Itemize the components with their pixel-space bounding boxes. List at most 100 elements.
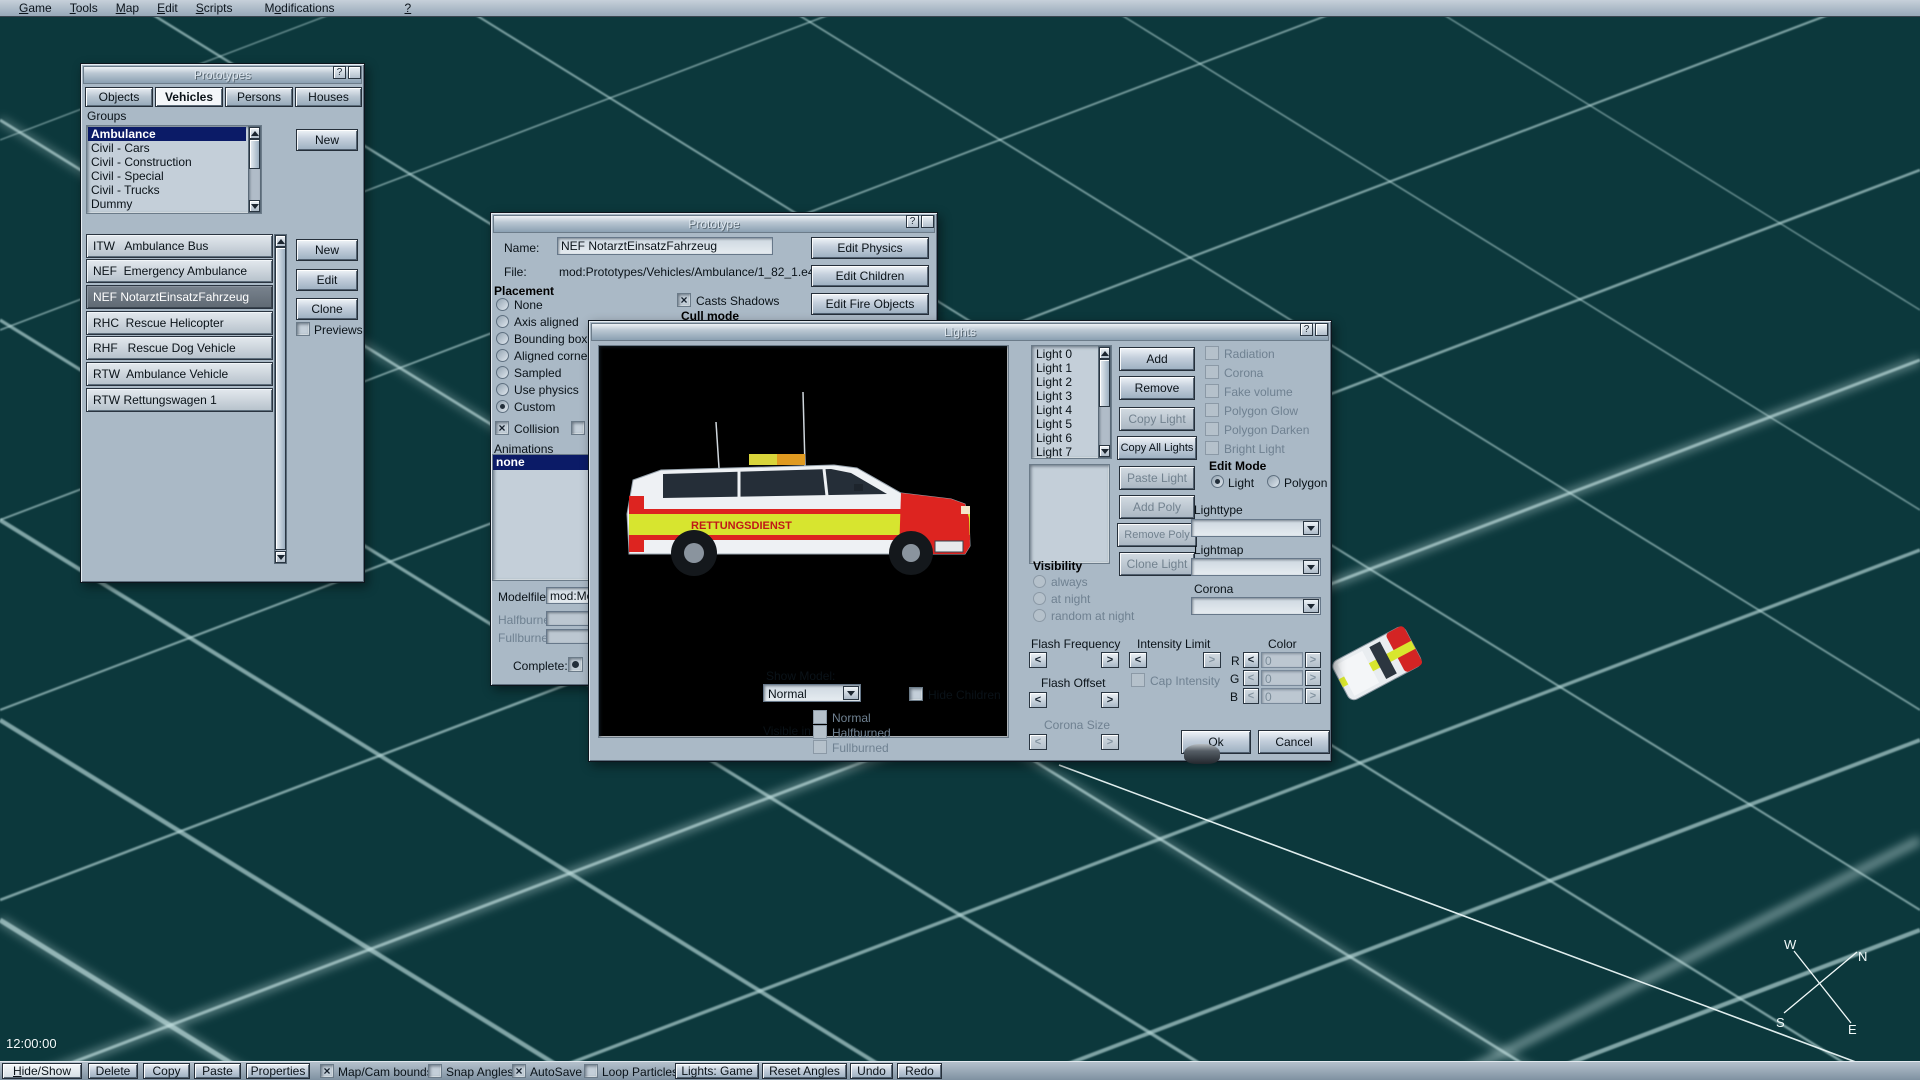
tab-persons[interactable]: Persons xyxy=(225,87,293,107)
visibility-radio-at-night[interactable] xyxy=(1033,592,1046,605)
light-row[interactable]: Light 7 xyxy=(1033,445,1096,459)
hide-show-button[interactable]: Hide/Show xyxy=(2,1063,82,1079)
visible-in-halfburned-checkbox[interactable] xyxy=(813,725,827,739)
dropdown-button[interactable] xyxy=(1303,599,1319,613)
light-row[interactable]: Light 5 xyxy=(1033,417,1096,431)
remove-light-button[interactable]: Remove xyxy=(1119,376,1195,400)
dropdown-button[interactable] xyxy=(843,686,859,700)
tab-houses[interactable]: Houses xyxy=(295,87,362,107)
edit-children-button[interactable]: Edit Children xyxy=(811,265,929,287)
lights-scrollbar[interactable] xyxy=(1098,346,1111,458)
vehicle-item[interactable]: NEF Emergency Ambulance xyxy=(86,259,273,283)
properties-button[interactable]: Properties xyxy=(246,1063,310,1079)
prototype-titlebar[interactable]: Prototype xyxy=(493,215,935,233)
vehicle-item[interactable]: RTW Ambulance Vehicle xyxy=(86,362,273,386)
group-row[interactable]: Civil - Construction xyxy=(88,155,246,169)
color-g-decrement[interactable]: < xyxy=(1243,670,1259,686)
vehicle-item-selected[interactable]: NEF NotarztEinsatzFahrzeug xyxy=(86,285,273,309)
polygon-glow-checkbox[interactable] xyxy=(1205,403,1219,417)
flash-offset-increment[interactable]: > xyxy=(1101,692,1119,708)
scroll-thumb[interactable] xyxy=(1099,359,1110,407)
menu-item-help[interactable]: ? xyxy=(396,1,421,15)
group-row[interactable]: Civil - Cars xyxy=(88,141,246,155)
new-group-button[interactable]: New xyxy=(296,129,358,151)
previews-checkbox[interactable] xyxy=(296,322,310,336)
light-row[interactable]: Light 0 xyxy=(1033,347,1096,361)
collision-checkbox[interactable]: × xyxy=(495,421,509,435)
edit-fire-objects-button[interactable]: Edit Fire Objects xyxy=(811,293,929,315)
light-row[interactable]: Light 1 xyxy=(1033,361,1096,375)
map-cam-bounds-checkbox[interactable]: × xyxy=(320,1064,334,1078)
map-vehicle-sprite[interactable] xyxy=(1318,612,1438,722)
lightmap-dropdown[interactable] xyxy=(1191,558,1321,576)
scroll-thumb[interactable] xyxy=(249,139,260,169)
tab-objects[interactable]: Objects xyxy=(85,87,153,107)
bright-light-checkbox[interactable] xyxy=(1205,441,1219,455)
clone-vehicle-button[interactable]: Clone xyxy=(296,298,358,320)
edit-mode-radio-polygon[interactable] xyxy=(1267,475,1280,488)
scroll-down-button[interactable] xyxy=(249,200,260,212)
casts-shadows-checkbox[interactable]: × xyxy=(677,293,691,307)
vehicle-item[interactable]: ITW Ambulance Bus xyxy=(86,234,273,258)
copy-all-lights-button[interactable]: Copy All Lights xyxy=(1117,436,1197,460)
light-row[interactable]: Light 4 xyxy=(1033,403,1096,417)
menu-item-modifications[interactable]: Modifications xyxy=(255,1,343,15)
color-r-decrement[interactable]: < xyxy=(1243,652,1259,668)
scroll-up-button[interactable] xyxy=(275,235,286,247)
visibility-radio-always[interactable] xyxy=(1033,575,1046,588)
color-b-decrement[interactable]: < xyxy=(1243,688,1259,704)
group-row[interactable]: Ambulance xyxy=(88,127,246,141)
vehicle-item[interactable]: RHC Rescue Helicopter xyxy=(86,311,273,335)
placement-radio-none[interactable] xyxy=(496,298,509,311)
loop-particles-checkbox[interactable] xyxy=(584,1064,598,1078)
cap-intensity-checkbox[interactable] xyxy=(1131,673,1145,687)
complete-radio[interactable] xyxy=(568,657,583,672)
flash-frequency-decrement[interactable]: < xyxy=(1029,652,1047,668)
show-model-dropdown[interactable]: Normal xyxy=(763,684,861,702)
scroll-thumb[interactable] xyxy=(275,247,286,550)
color-r-increment[interactable]: > xyxy=(1305,652,1321,668)
add-poly-button[interactable]: Add Poly xyxy=(1119,495,1195,519)
flash-offset-decrement[interactable]: < xyxy=(1029,692,1047,708)
edit-physics-button[interactable]: Edit Physics xyxy=(811,237,929,259)
placement-radio-sampled[interactable] xyxy=(496,366,509,379)
group-row[interactable]: Civil - Trucks xyxy=(88,183,246,197)
help-icon[interactable]: ? xyxy=(906,215,919,228)
scroll-down-button[interactable] xyxy=(275,551,286,563)
autosave-checkbox[interactable]: × xyxy=(512,1064,526,1078)
vehicle-item[interactable]: RHF Rescue Dog Vehicle xyxy=(86,336,273,360)
lights-titlebar[interactable]: Lights xyxy=(591,323,1329,341)
placement-radio-aligned-corners[interactable] xyxy=(496,349,509,362)
tab-vehicles[interactable]: Vehicles xyxy=(155,87,223,107)
intensity-limit-decrement[interactable]: < xyxy=(1129,652,1147,668)
delete-button[interactable]: Delete xyxy=(88,1063,138,1079)
copy-button[interactable]: Copy xyxy=(143,1063,190,1079)
color-g-increment[interactable]: > xyxy=(1305,670,1321,686)
copy-light-button[interactable]: Copy Light xyxy=(1119,407,1195,431)
menu-item-edit[interactable]: Edit xyxy=(148,1,187,15)
fake-volume-checkbox[interactable] xyxy=(1205,384,1219,398)
vehicle-item[interactable]: RTW Rettungswagen 1 xyxy=(86,388,273,412)
scroll-down-button[interactable] xyxy=(1099,445,1110,457)
menu-item-map[interactable]: Map xyxy=(107,1,148,15)
scroll-up-button[interactable] xyxy=(249,127,260,139)
cancel-button[interactable]: Cancel xyxy=(1258,730,1330,754)
window-box-icon[interactable] xyxy=(921,215,934,228)
group-row[interactable]: Dummy xyxy=(88,197,246,211)
light-row[interactable]: Light 3 xyxy=(1033,389,1096,403)
reset-angles-button[interactable]: Reset Angles xyxy=(762,1063,847,1079)
groups-scrollbar[interactable] xyxy=(248,126,261,213)
placement-radio-axis-aligned[interactable] xyxy=(496,315,509,328)
menu-item-scripts[interactable]: Scripts xyxy=(187,1,242,15)
dropdown-button[interactable] xyxy=(1303,521,1319,535)
light-row[interactable]: Light 2 xyxy=(1033,375,1096,389)
add-light-button[interactable]: Add xyxy=(1119,347,1195,371)
corona-checkbox[interactable] xyxy=(1205,365,1219,379)
corona-size-decrement[interactable]: < xyxy=(1029,734,1047,750)
visible-in-fullburned-checkbox[interactable] xyxy=(813,740,827,754)
placement-radio-custom[interactable] xyxy=(496,400,509,413)
new-vehicle-button[interactable]: New xyxy=(296,239,358,261)
prototypes-titlebar[interactable]: Prototypes xyxy=(83,66,362,84)
name-input[interactable] xyxy=(557,237,773,255)
corona-size-increment[interactable]: > xyxy=(1101,734,1119,750)
